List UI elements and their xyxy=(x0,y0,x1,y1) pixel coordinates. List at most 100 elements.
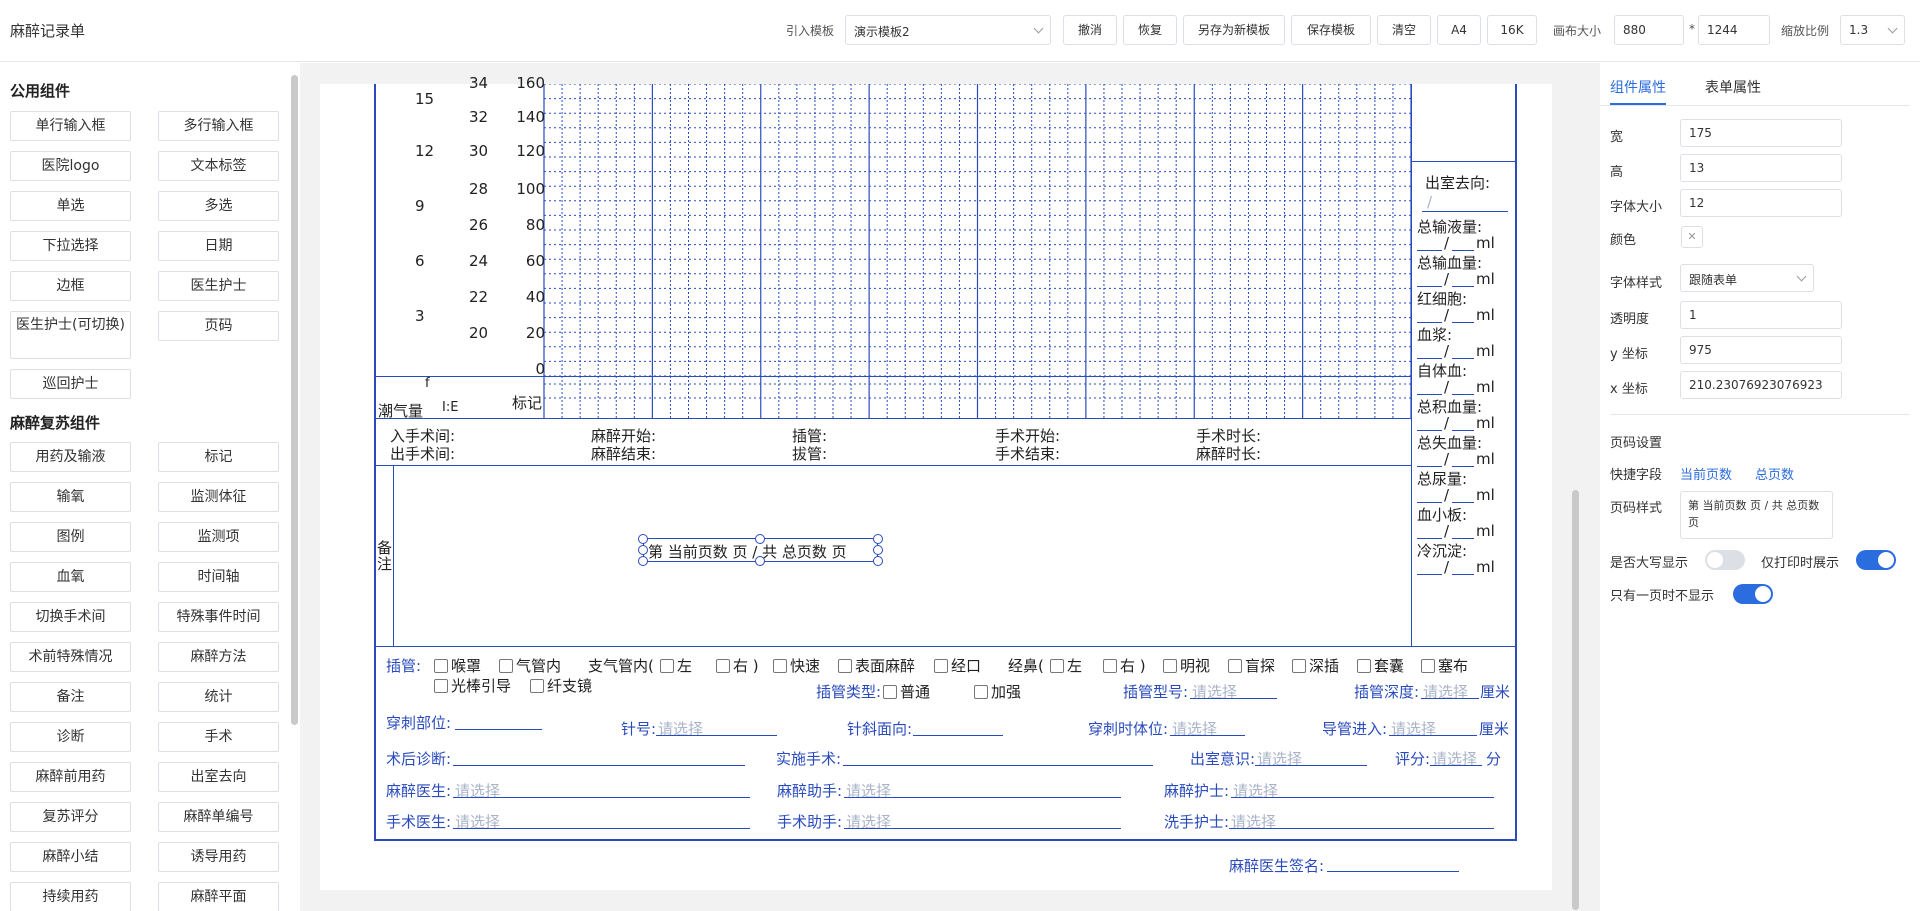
checkbox[interactable] xyxy=(1163,659,1177,673)
checkbox[interactable] xyxy=(499,659,513,673)
component-button[interactable]: 输氧 xyxy=(10,482,131,512)
quick-link-current-page[interactable]: 当前页数 xyxy=(1680,464,1732,483)
checkbox-option[interactable]: 光棒引导 xyxy=(434,675,511,696)
color-picker[interactable]: ✕ xyxy=(1681,226,1703,248)
component-button[interactable]: 标记 xyxy=(158,442,279,472)
checkbox-option[interactable]: 表面麻醉 xyxy=(838,655,915,676)
canvas-width-input[interactable]: 880 xyxy=(1614,15,1684,45)
component-button[interactable]: 图例 xyxy=(10,522,131,552)
component-button[interactable]: 手术 xyxy=(158,722,279,752)
checkbox[interactable] xyxy=(934,659,948,673)
checkbox[interactable] xyxy=(1421,659,1435,673)
component-button[interactable]: 用药及输液 xyxy=(10,442,131,472)
checkbox-option[interactable]: 普通 xyxy=(883,681,930,702)
quick-link-total-pages[interactable]: 总页数 xyxy=(1755,464,1794,483)
checkbox-option[interactable]: 盲探 xyxy=(1228,655,1275,676)
component-button[interactable]: 监测体征 xyxy=(158,482,279,512)
component-button[interactable]: 麻醉方法 xyxy=(158,642,279,672)
component-button[interactable]: 切换手术间 xyxy=(10,602,131,632)
component-button[interactable]: 特殊事件时间 xyxy=(158,602,279,632)
checkbox-option[interactable]: 右 ) xyxy=(1103,655,1146,676)
component-button[interactable]: 诊断 xyxy=(10,722,131,752)
component-button[interactable]: 时间轴 xyxy=(158,562,279,592)
checkbox[interactable] xyxy=(974,685,988,699)
undo-button[interactable]: 撤消 xyxy=(1063,15,1117,45)
component-button[interactable]: 备注 xyxy=(10,682,131,712)
resize-handle[interactable] xyxy=(873,545,883,555)
checkbox[interactable] xyxy=(716,659,730,673)
16k-button[interactable]: 16K xyxy=(1487,15,1537,45)
component-button[interactable]: 日期 xyxy=(158,231,279,261)
checkbox[interactable] xyxy=(1050,659,1064,673)
property-input[interactable]: 12 xyxy=(1680,189,1842,217)
property-input[interactable]: 175 xyxy=(1680,119,1842,147)
checkbox[interactable] xyxy=(434,679,448,693)
component-button[interactable]: 术前特殊情况 xyxy=(10,642,131,672)
checkbox-option[interactable]: 气管内 xyxy=(499,655,561,676)
checkbox-option[interactable]: 深插 xyxy=(1292,655,1339,676)
checkbox[interactable] xyxy=(1103,659,1117,673)
left-panel-scrollbar[interactable] xyxy=(291,75,298,725)
save-template-button[interactable]: 保存模板 xyxy=(1291,15,1371,45)
checkbox-option[interactable]: 左 xyxy=(1050,655,1082,676)
checkbox-option[interactable]: 纤支镜 xyxy=(530,675,592,696)
template-select[interactable]: 演示模板2 xyxy=(845,15,1051,45)
checkbox[interactable] xyxy=(883,685,897,699)
component-button[interactable]: 统计 xyxy=(158,682,279,712)
property-input[interactable]: 210.23076923076923 xyxy=(1680,371,1842,399)
clear-button[interactable]: 清空 xyxy=(1377,15,1431,45)
checkbox-option[interactable]: 塞布 xyxy=(1421,655,1468,676)
component-button[interactable]: 麻醉平面 xyxy=(158,882,279,911)
component-button[interactable]: 出室去向 xyxy=(158,762,279,792)
checkbox-option[interactable]: 套囊 xyxy=(1357,655,1404,676)
checkbox[interactable] xyxy=(773,659,787,673)
component-button[interactable]: 复苏评分 xyxy=(10,802,131,832)
checkbox[interactable] xyxy=(660,659,674,673)
uppercase-toggle[interactable] xyxy=(1705,550,1745,570)
page-style-textarea[interactable]: 第 当前页数 页 / 共 总页数 页 xyxy=(1680,491,1833,539)
resize-handle[interactable] xyxy=(638,534,648,544)
resize-handle[interactable] xyxy=(755,556,765,566)
component-button[interactable]: 麻醉前用药 xyxy=(10,762,131,792)
component-button[interactable]: 医生护士 xyxy=(158,271,279,301)
property-input[interactable]: 13 xyxy=(1680,154,1842,182)
zoom-select[interactable]: 1.3 xyxy=(1840,15,1905,45)
checkbox-option[interactable]: 喉罩 xyxy=(434,655,481,676)
canvas-scrollbar[interactable] xyxy=(1572,490,1579,910)
checkbox[interactable] xyxy=(838,659,852,673)
tab-form-props[interactable]: 表单属性 xyxy=(1705,77,1761,97)
resize-handle[interactable] xyxy=(638,545,648,555)
a4-button[interactable]: A4 xyxy=(1437,15,1481,45)
redo-button[interactable]: 恢复 xyxy=(1123,15,1177,45)
single-page-toggle[interactable] xyxy=(1733,584,1773,604)
checkbox-option[interactable]: 右 ) xyxy=(716,655,759,676)
property-input[interactable]: 975 xyxy=(1680,336,1842,364)
checkbox[interactable] xyxy=(530,679,544,693)
component-button[interactable]: 单行输入框 xyxy=(10,111,131,141)
save-as-template-button[interactable]: 另存为新模板 xyxy=(1183,15,1285,45)
component-button[interactable]: 边框 xyxy=(10,271,131,301)
component-button[interactable]: 持续用药 xyxy=(10,882,131,911)
checkbox-option[interactable]: 快速 xyxy=(773,655,820,676)
resize-handle[interactable] xyxy=(873,556,883,566)
font-style-select[interactable]: 跟随表单 xyxy=(1680,264,1814,292)
tab-component-props[interactable]: 组件属性 xyxy=(1610,77,1666,97)
component-button[interactable]: 单选 xyxy=(10,191,131,221)
component-button[interactable]: 麻醉小结 xyxy=(10,842,131,872)
checkbox-option[interactable]: 明视 xyxy=(1163,655,1210,676)
component-button[interactable]: 页码 xyxy=(158,311,279,341)
component-button[interactable]: 多选 xyxy=(158,191,279,221)
component-button[interactable]: 巡回护士 xyxy=(10,369,131,399)
checkbox-option[interactable]: 左 xyxy=(660,655,692,676)
print-only-toggle[interactable] xyxy=(1856,550,1896,570)
resize-handle[interactable] xyxy=(873,534,883,544)
component-button[interactable]: 麻醉单编号 xyxy=(158,802,279,832)
resize-handle[interactable] xyxy=(638,556,648,566)
component-button[interactable]: 血氧 xyxy=(10,562,131,592)
checkbox[interactable] xyxy=(1228,659,1242,673)
component-button[interactable]: 医院logo xyxy=(10,151,131,181)
component-button[interactable]: 监测项 xyxy=(158,522,279,552)
checkbox[interactable] xyxy=(1292,659,1306,673)
checkbox[interactable] xyxy=(1357,659,1371,673)
checkbox[interactable] xyxy=(434,659,448,673)
